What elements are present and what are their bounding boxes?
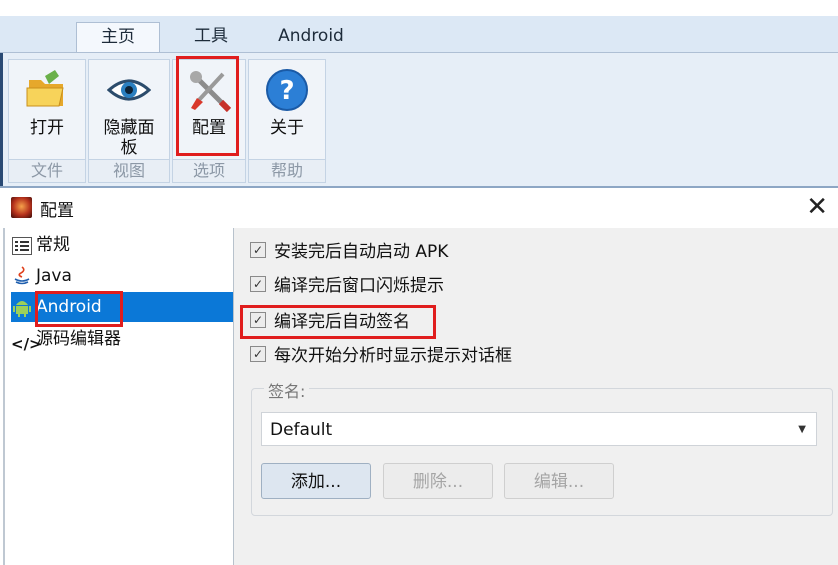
top-strip <box>0 0 838 16</box>
help-icon: ? <box>265 68 309 112</box>
tree-item-java-label: Java <box>36 266 72 286</box>
group-view: 隐藏面板 视图 <box>88 59 170 183</box>
checkbox-show-dialog[interactable]: ✓ <box>250 346 266 362</box>
code-icon: </> <box>11 335 42 353</box>
option-auto-launch-apk[interactable]: ✓ 安装完后自动启动 APK <box>250 240 448 264</box>
open-button-label: 打开 <box>30 118 64 138</box>
checkbox-auto-launch-apk[interactable]: ✓ <box>250 242 266 258</box>
ribbon: 主页 工具 Android 打开 文件 隐藏面板 视图 配置 选项 ? 关于 帮… <box>0 16 838 189</box>
tab-android[interactable]: Android <box>262 22 360 52</box>
tree-item-java[interactable]: Java <box>11 261 72 291</box>
delete-button[interactable]: 删除... <box>383 463 493 499</box>
group-file-label: 文件 <box>9 159 85 182</box>
checkbox-flash-window[interactable]: ✓ <box>250 276 266 292</box>
tree-item-source-editor-label: 源码编辑器 <box>36 329 121 349</box>
option-show-dialog-label: 每次开始分析时显示提示对话框 <box>274 346 512 366</box>
hide-panel-button[interactable]: 隐藏面板 <box>89 60 169 158</box>
about-button[interactable]: ? 关于 <box>249 60 325 158</box>
auto-sign-highlight <box>240 305 436 339</box>
edit-button[interactable]: 编辑... <box>504 463 614 499</box>
android-icon <box>11 297 33 317</box>
open-button[interactable]: 打开 <box>9 60 85 158</box>
java-icon <box>11 266 33 286</box>
android-highlight <box>35 291 123 327</box>
group-help-label: 帮助 <box>249 159 325 182</box>
signature-legend: 签名: <box>264 378 310 402</box>
option-flash-window[interactable]: ✓ 编译完后窗口闪烁提示 <box>250 274 444 298</box>
list-icon <box>11 235 33 255</box>
tab-home[interactable]: 主页 <box>76 22 160 53</box>
tree-item-general[interactable]: 常规 <box>11 230 70 260</box>
android-settings-panel: ✓ 安装完后自动启动 APK ✓ 编译完后窗口闪烁提示 ✓ 编译完后自动签名 ✓ 每次开… <box>234 228 838 565</box>
open-folder-icon <box>25 68 69 112</box>
signature-select-value: Default <box>270 420 333 440</box>
option-flash-window-label: 编译完后窗口闪烁提示 <box>274 276 444 296</box>
tab-tools[interactable]: 工具 <box>172 22 250 52</box>
dialog-titlebar: 配置 ✕ <box>0 188 838 228</box>
group-file: 打开 文件 <box>8 59 86 183</box>
about-button-label: 关于 <box>270 118 304 138</box>
signature-select[interactable]: Default ▼ <box>261 412 817 446</box>
tree-item-general-label: 常规 <box>36 235 70 255</box>
hide-panel-button-label: 隐藏面板 <box>103 118 155 158</box>
group-options-label: 选项 <box>173 159 245 182</box>
close-icon[interactable]: ✕ <box>806 192 828 222</box>
add-button[interactable]: 添加... <box>261 463 371 499</box>
option-show-dialog[interactable]: ✓ 每次开始分析时显示提示对话框 <box>250 344 512 368</box>
config-highlight <box>176 56 239 156</box>
chevron-down-icon: ▼ <box>798 424 806 435</box>
tree-item-source-editor[interactable]: </>源码编辑器 <box>11 324 121 354</box>
settings-tree: 常规 Java Android </>源码编辑器 <box>5 228 234 565</box>
option-auto-launch-apk-label: 安装完后自动启动 APK <box>274 242 449 262</box>
window-edge <box>0 53 3 189</box>
ribbon-body: 打开 文件 隐藏面板 视图 配置 选项 ? 关于 帮助 <box>0 52 838 189</box>
app-icon <box>11 197 32 218</box>
ribbon-tab-bar: 主页 工具 Android <box>0 16 838 53</box>
group-view-label: 视图 <box>89 159 169 182</box>
svg-text:?: ? <box>279 76 294 106</box>
dialog-title: 配置 <box>40 201 74 221</box>
group-help: ? 关于 帮助 <box>248 59 326 183</box>
eye-icon <box>106 68 152 112</box>
